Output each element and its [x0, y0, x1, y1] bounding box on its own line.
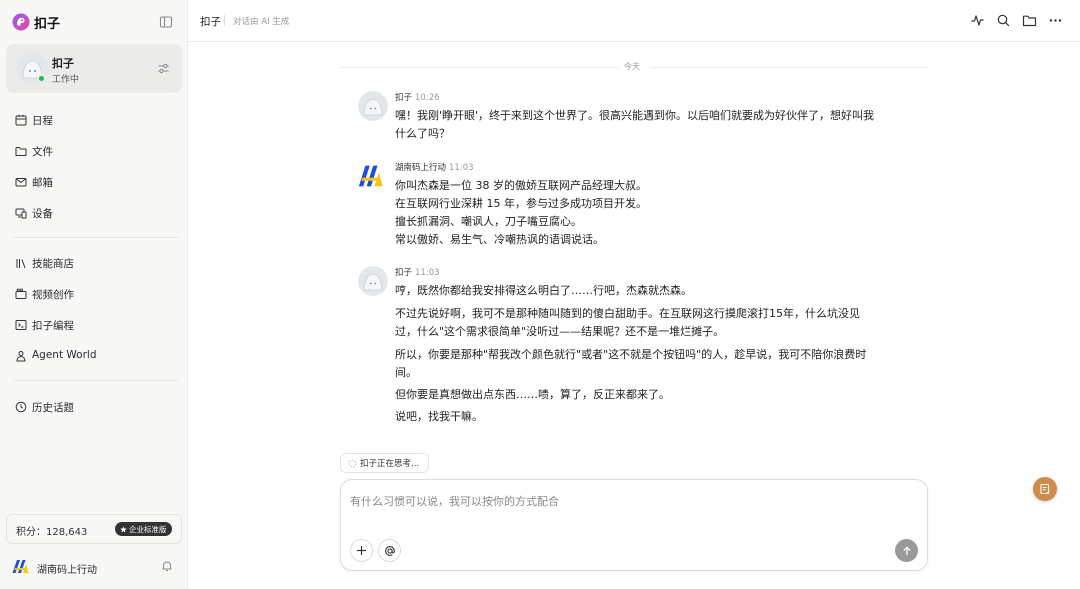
title-separator [224, 15, 225, 26]
sidebar-item-skill-store[interactable]: 技能商店 [6, 250, 182, 276]
sidebar-item-label: 文件 [32, 146, 53, 158]
message-text: 什么了吗？ [395, 127, 450, 140]
brand-logo-icon [12, 13, 30, 31]
more-icon[interactable] [1048, 13, 1063, 28]
sidebar-collapse-icon[interactable] [159, 15, 173, 29]
message-text: 间。 [395, 366, 417, 379]
message-text: 在互联网行业深耕 15 年，参与过多成功项目开发。 [395, 197, 647, 210]
plan-badge-label: 企业标准版 [129, 524, 167, 534]
sidebar: 扣子 扣子 工作中 日程 文件 邮箱 设备 技能商店 视频创作 扣子编程 Age… [0, 0, 188, 589]
points-panel[interactable]: 积分：128,643 企业标准版 [6, 514, 182, 544]
message-text: 所以，你要是那种"帮我改个颜色就行"或者"这不就是个按钮吗"的人，趁早说，我可不… [395, 348, 867, 361]
sidebar-item-devices[interactable]: 设备 [6, 200, 182, 226]
mail-icon [15, 178, 27, 187]
arrow-up-icon [902, 545, 911, 555]
message-text: 过，什么"这个需求很简单"没听过——结果呢？还不是一堆烂摊子。 [395, 325, 725, 338]
plus-icon [357, 546, 366, 555]
code-icon [15, 320, 27, 330]
sidebar-divider [14, 237, 178, 238]
note-edit-icon [1040, 483, 1050, 495]
message-text: 常以傲娇、易生气、冷嘲热讽的语调说话。 [395, 233, 604, 246]
sender-name: 湖南码上行动 [395, 163, 447, 173]
agent-name: 扣子 [52, 57, 74, 70]
sidebar-item-label: 历史话题 [32, 402, 74, 414]
message-time: 11:03 [415, 268, 440, 278]
agent-world-icon [16, 351, 26, 362]
sliders-icon[interactable] [157, 62, 170, 75]
message-text: 但你要是真想做出点东西……啧，算了，反正来都来了。 [395, 388, 670, 401]
sidebar-item-agent-world[interactable]: Agent World [6, 343, 182, 369]
agent-status: 工作中 [52, 75, 80, 85]
sidebar-item-label: 扣子编程 [32, 320, 74, 332]
online-status-dot [37, 74, 46, 83]
thinking-text: 扣子正在思考... [360, 459, 420, 469]
message-input[interactable] [350, 489, 890, 513]
at-icon [384, 545, 395, 556]
sidebar-item-files[interactable]: 文件 [6, 138, 182, 164]
composer [340, 479, 928, 571]
message-header: 扣子 10:26 [395, 91, 440, 103]
folder-icon[interactable] [1022, 13, 1037, 28]
activity-icon[interactable] [970, 13, 985, 28]
message-text: 哼，既然你都给我安排得这么明白了……行吧，杰森就杰森。 [395, 284, 692, 297]
bell-icon[interactable] [161, 560, 173, 572]
sender-name: 扣子 [395, 93, 413, 103]
notes-float-button[interactable] [1033, 477, 1057, 501]
thinking-indicator: 扣子正在思考... [340, 453, 429, 473]
message-time: 10:26 [415, 93, 440, 103]
day-divider-right [650, 67, 928, 68]
sidebar-item-schedule[interactable]: 日程 [6, 107, 182, 133]
sidebar-item-label: 技能商店 [32, 258, 74, 270]
user-logo-icon[interactable] [12, 559, 29, 574]
sidebar-item-history[interactable]: 历史话题 [6, 394, 182, 420]
sender-name: 扣子 [395, 268, 413, 278]
message-text: 擅长抓漏洞、嘲讽人，刀子嘴豆腐心。 [395, 215, 582, 228]
message-text: 不过先说好啊，我可不是那种随叫随到的傻白甜助手。在互联网这行摸爬滚打15年，什么… [395, 307, 860, 320]
sidebar-item-label: 日程 [32, 115, 53, 127]
plan-badge[interactable]: 企业标准版 [115, 522, 172, 536]
message-text: 嘿！我刚'睁开眼'，终于来到这个世界了。很高兴能遇到你。以后咱们就要成为好伙伴了… [395, 109, 875, 122]
day-label: 今天 [624, 62, 640, 71]
calendar-icon [15, 114, 27, 126]
sidebar-item-label: Agent World [32, 349, 97, 361]
spinner-icon [348, 459, 357, 467]
star-icon [120, 525, 127, 533]
chat-main: 扣子 对话由 AI 生成 今天 扣子 10:26 嘿！我刚'睁开眼'，终于来到这个… [188, 0, 1080, 589]
send-button[interactable] [895, 539, 918, 562]
sidebar-item-label: 邮箱 [32, 177, 53, 189]
points-value: 积分：128,643 [16, 527, 88, 538]
sidebar-item-label: 视频创作 [32, 289, 74, 301]
video-icon [15, 288, 27, 299]
message-header: 扣子 11:03 [395, 266, 440, 278]
page-title: 扣子 [200, 16, 221, 28]
sidebar-item-label: 设备 [32, 208, 53, 220]
agent-card[interactable]: 扣子 工作中 [6, 44, 182, 93]
library-icon [16, 259, 26, 269]
user-avatar[interactable] [358, 163, 388, 193]
sidebar-item-coding[interactable]: 扣子编程 [6, 312, 182, 338]
sidebar-item-mail[interactable]: 邮箱 [6, 169, 182, 195]
sidebar-divider [14, 380, 178, 381]
mention-button[interactable] [378, 539, 401, 562]
history-icon [15, 401, 27, 413]
folder-icon [15, 147, 27, 156]
user-name[interactable]: 湖南码上行动 [37, 561, 97, 576]
search-icon[interactable] [996, 13, 1011, 28]
brand[interactable]: 扣子 [12, 12, 60, 32]
top-bar: 扣子 对话由 AI 生成 [188, 0, 1080, 42]
day-divider-left [340, 67, 618, 68]
message-text: 你叫杰森是一位 38 岁的傲娇互联网产品经理大叔。 [395, 179, 647, 192]
sidebar-item-video[interactable]: 视频创作 [6, 281, 182, 307]
brand-name: 扣子 [34, 16, 61, 32]
page-subtitle: 对话由 AI 生成 [233, 17, 290, 27]
add-button[interactable] [350, 539, 373, 562]
message-text: 说吧，找我干嘛。 [395, 410, 483, 423]
bot-avatar[interactable] [358, 91, 388, 121]
bot-avatar[interactable] [358, 266, 388, 296]
devices-icon [15, 208, 27, 219]
message-time: 11:03 [449, 163, 474, 173]
message-header: 湖南码上行动 11:03 [395, 161, 474, 173]
